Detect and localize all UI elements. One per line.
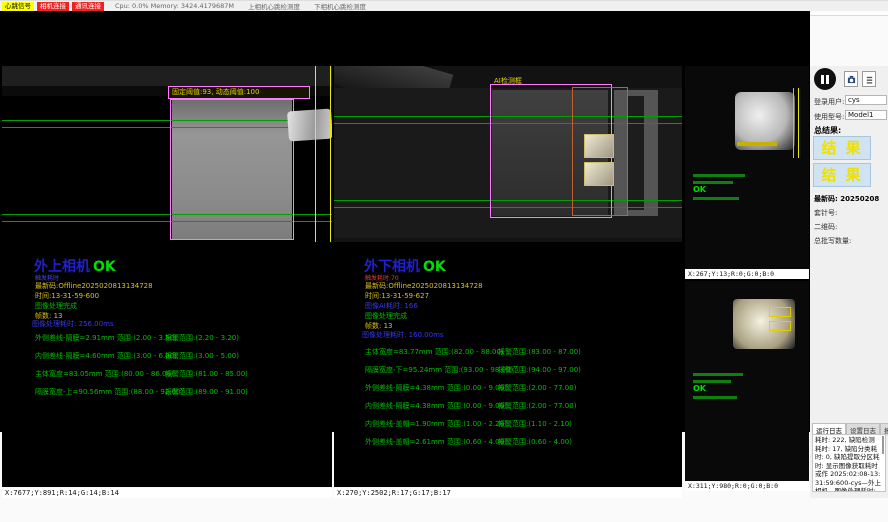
result-ok: OK [93, 259, 116, 275]
upper-camera-image: 固定阈值:93, 动态阈值:100 [2, 66, 332, 242]
status-text: 图像处理完成 [35, 301, 77, 311]
pixel-info-lower: X:270;Y:2502;R:17;G:17;B:17 [334, 488, 682, 498]
pause-icon [826, 75, 829, 84]
green-text-line [693, 181, 733, 184]
tools-button[interactable] [862, 71, 876, 87]
login-user-field[interactable]: cys [845, 95, 887, 105]
process-time: 图像处理耗时: 160.00ms [362, 330, 444, 340]
model-label: 使用型号: [814, 112, 844, 122]
process-time: 图像处理耗时: 256.00ms [32, 319, 114, 329]
qr-code-label: 二维码: [814, 222, 837, 232]
aux-camera-view-2[interactable]: OK [685, 281, 809, 481]
camera-icon [847, 75, 856, 84]
result-ok: OK [423, 259, 446, 275]
model-field[interactable]: Model1 [845, 110, 887, 120]
sidebar: 登录用户: cys 使用型号: Model1 总结果: 结 果 结 果 最新码:… [810, 66, 888, 498]
time-text: 时间:13-31-59-600 [35, 291, 99, 301]
wrench-icon [865, 75, 874, 84]
latest-code-label: 最新码: 20250208 [814, 194, 879, 204]
camera-view-upper[interactable]: 固定阈值:93, 动态阈值:100 外上相机OK 触发耗时 最新码:Offlin… [2, 66, 332, 487]
barcode-text: 最新码:Offline2025020813134728 [365, 281, 483, 291]
threshold-label: 固定阈值:93, 动态阈值:100 [168, 86, 310, 99]
green-text-line [693, 174, 745, 177]
heartbeat-status-badge: 心跳信号 [2, 2, 34, 11]
roi-rect [170, 99, 294, 240]
connector-part [287, 109, 332, 142]
needle-number-label: 套针号: [814, 208, 837, 218]
login-user-label: 登录用户: [814, 97, 844, 107]
capture-button[interactable] [844, 71, 858, 87]
camera-connection-badge: 相机连接 [37, 2, 69, 11]
green-text-line [693, 380, 731, 383]
green-text-line [693, 373, 743, 376]
comm-connection-badge: 通讯连接 [72, 2, 104, 11]
pixel-info-aux-1: X:267;Y:13;R:0;G:0;B:0 [685, 269, 809, 279]
log-scrollbar[interactable] [882, 436, 884, 454]
barcode-text: 最新码:Offline2025020813134728 [35, 281, 153, 291]
cpu-memory-text: Cpu: 0.0% Memory: 3424.4179687M [115, 2, 234, 10]
ai-box-label: AI检测框 [494, 76, 522, 86]
green-text-line [693, 396, 737, 399]
status-bar: 心跳信号 相机连接 通讯连接 Cpu: 0.0% Memory: 3424.41… [0, 0, 888, 11]
time-text: 时间:13-31-59-627 [365, 291, 429, 301]
defect-thumbnail [584, 162, 614, 186]
result-box-1: 结 果 [813, 136, 871, 160]
result-ok: OK [693, 185, 706, 194]
label-box [769, 321, 791, 331]
result-ok: OK [693, 384, 706, 393]
green-text-line [693, 197, 739, 200]
ai-time: 图像AI耗时: 166 [365, 301, 418, 311]
batch-count-label: 总批写数量: [814, 236, 851, 246]
result-box-2: 结 果 [813, 163, 871, 187]
lower-camera-heartbeat-text: 下相机心跳检测度 [314, 1, 366, 11]
aux-camera-view-1[interactable]: OK [685, 66, 809, 269]
camera-view-lower[interactable]: AI检测框 外下相机OK 触发耗时:70 最新码:Offline20250208… [334, 66, 682, 487]
upper-camera-heartbeat-text: 上相机心跳检测度 [248, 1, 300, 11]
total-result-label: 总结果: [814, 125, 841, 136]
label-box [769, 307, 791, 317]
app-window: CYS-视觉检测系统 — ▢ ✕ C 系统配置 相机配置 通讯配置 IO卡配置 … [0, 0, 888, 522]
pause-icon [821, 75, 824, 84]
pause-button[interactable] [814, 68, 836, 90]
defect-thumbnail [584, 134, 614, 158]
status-text: 图像处理完成 [365, 311, 407, 321]
lower-camera-image: AI检测框 [334, 66, 682, 242]
pixel-info-aux-2: X:311;Y:980;R:0;G:0;B:0 [685, 481, 809, 491]
pixel-info-upper: X:7677;Y:891;R:14;G:14;B:14 [2, 488, 332, 498]
log-output[interactable]: 耗时: 222, 缺陷检测耗时: 17, 缺陷分类耗时: 0, 缺陷提取分区耗时… [812, 434, 886, 492]
